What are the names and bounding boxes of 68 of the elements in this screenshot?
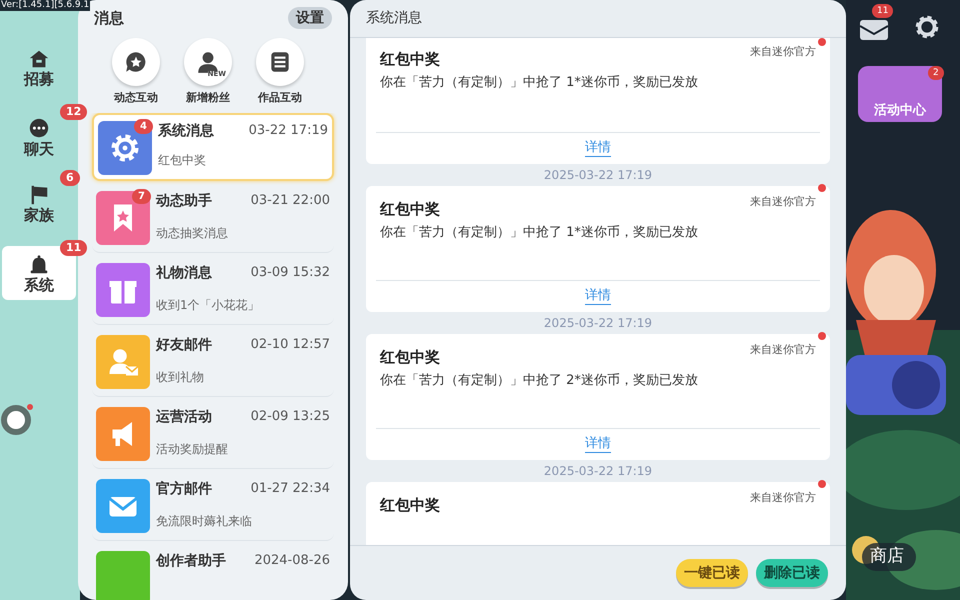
card-body: 你在「苦力（有定制）」中抢了 1*迷你币，奖励已发放 — [379, 74, 699, 92]
card-body: 你在「苦力（有定制）」中抢了 1*迷你币，奖励已发放 — [379, 224, 699, 242]
conversation-title: 动态助手 — [156, 192, 212, 210]
count-badge: 4 — [134, 118, 153, 134]
timestamp: 2025-03-22 17:19 — [542, 315, 654, 332]
details-link[interactable]: 详情 — [585, 436, 611, 453]
conversation-time: 2024-08-26 — [254, 552, 330, 570]
mark-read-button[interactable]: 一键已读 — [676, 559, 748, 587]
conversation-item[interactable]: 官方邮件 01-27 22:34 免流限时薅礼来临 — [92, 472, 334, 540]
panel-title: 消息 — [94, 8, 124, 29]
conversation-time: 02-10 12:57 — [250, 336, 330, 354]
card-source: 来自迷你官方 — [750, 194, 816, 210]
chat-bubble-icon — [28, 118, 50, 140]
conversation-preview: 动态抽奖消息 — [156, 224, 229, 242]
count-badge: 11 — [60, 240, 88, 256]
conversation-title: 好友邮件 — [156, 336, 212, 354]
card-body: 你在「苦力（有定制）」中抢了 2*迷你币，奖励已发放 — [379, 372, 699, 390]
conversation-preview: 红包中奖 — [158, 152, 207, 168]
card-source: 来自迷你官方 — [750, 342, 816, 358]
conversation-time: 03-22 17:19 — [248, 122, 328, 140]
conversation-title: 创作者助手 — [156, 552, 226, 570]
delete-read-button[interactable]: 删除已读 — [756, 559, 828, 587]
conversation-item[interactable]: 创作者助手 2024-08-26 — [92, 544, 334, 600]
person-mail-tile-icon — [96, 334, 150, 388]
count-badge: 7 — [132, 188, 151, 204]
count-badge: 6 — [60, 170, 80, 186]
conversation-title: 系统消息 — [158, 122, 214, 140]
card-source: 来自迷你官方 — [750, 44, 816, 60]
conversation-title: 礼物消息 — [156, 264, 212, 282]
card-title: 红包中奖 — [380, 199, 440, 220]
settings-button[interactable]: 设置 — [288, 7, 332, 29]
envelope-tile-icon — [96, 478, 150, 532]
gear-tile-icon — [98, 120, 152, 174]
conversation-item[interactable]: 4 系统消息 03-22 17:19 红包中奖 — [92, 112, 334, 180]
card-title: 红包中奖 — [380, 495, 440, 516]
timestamp: 2025-03-22 17:19 — [542, 167, 654, 184]
conversation-item[interactable]: 7 动态助手 03-21 22:00 动态抽奖消息 — [92, 184, 334, 252]
megaphone-tile-icon — [96, 406, 150, 460]
count-badge: 11 — [872, 4, 894, 18]
card-title: 红包中奖 — [380, 49, 440, 70]
conversation-preview: 活动奖励提醒 — [156, 440, 229, 458]
details-link[interactable]: 详情 — [585, 288, 611, 305]
gift-tile-icon — [96, 262, 150, 316]
conversation-item[interactable]: 运营活动 02-09 13:25 活动奖励提醒 — [92, 400, 334, 468]
conversation-title: 官方邮件 — [156, 480, 212, 498]
bell-icon — [28, 254, 50, 276]
conversation-time: 02-09 13:25 — [250, 408, 330, 426]
timestamp: 2025-03-22 17:19 — [542, 463, 654, 480]
count-badge: 12 — [60, 104, 88, 120]
shop-button[interactable]: 商店 — [862, 543, 916, 571]
conversation-preview: 免流限时薅礼来临 — [156, 512, 253, 530]
version-text: Ver:[1.45.1][5.6.9.1 — [0, 0, 90, 11]
conversation-preview: 收到1个「小花花」 — [156, 296, 261, 314]
conversation-item[interactable]: 好友邮件 02-10 12:57 收到礼物 — [92, 328, 334, 396]
panel-title: 系统消息 — [366, 9, 422, 28]
conversation-item[interactable]: 礼物消息 03-09 15:32 收到1个「小花花」 — [92, 256, 334, 324]
app-tile — [96, 550, 150, 600]
nav-tab[interactable]: 招募 — [2, 40, 76, 94]
conversation-time: 03-09 15:32 — [250, 264, 330, 282]
conversation-title: 运营活动 — [156, 408, 212, 426]
conversation-time: 01-27 22:34 — [250, 480, 330, 498]
details-link[interactable]: 详情 — [585, 140, 611, 157]
conversation-time: 03-21 22:00 — [250, 192, 330, 210]
ring-icon — [0, 402, 34, 436]
bookmark-tile-icon — [96, 190, 150, 244]
card-source: 来自迷你官方 — [750, 490, 816, 506]
card-title: 红包中奖 — [380, 347, 440, 368]
conversation-preview: 收到礼物 — [156, 368, 205, 386]
